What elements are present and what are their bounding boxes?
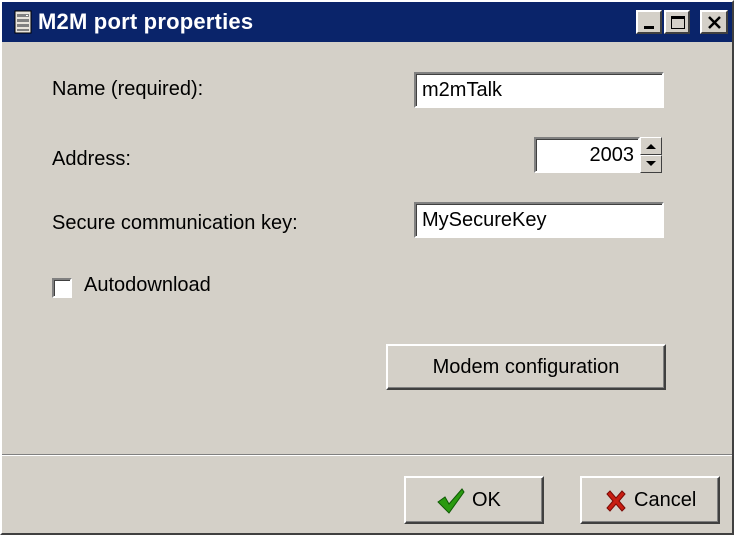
maximize-icon: [671, 16, 685, 29]
address-stepper[interactable]: [640, 137, 662, 173]
x-icon: [606, 490, 626, 512]
autodownload-checkbox[interactable]: [52, 278, 72, 298]
secure-key-label: Secure communication key:: [52, 212, 298, 234]
autodownload-label[interactable]: Autodownload: [84, 274, 211, 297]
window-title: M2M port properties: [38, 9, 254, 34]
cancel-label: Cancel: [634, 489, 697, 511]
close-button[interactable]: [700, 10, 728, 34]
name-label: Name (required):: [52, 78, 204, 100]
name-field[interactable]: [414, 72, 664, 108]
database-icon: [12, 9, 34, 35]
minimize-button[interactable]: [636, 10, 662, 34]
arrow-down-icon: [646, 161, 656, 166]
ok-label: OK: [472, 489, 501, 511]
footer-separator: [2, 454, 732, 456]
close-icon: [708, 16, 721, 29]
ok-button[interactable]: OK: [404, 476, 544, 524]
address-label: Address:: [52, 148, 131, 170]
stepper-up-button[interactable]: [640, 137, 662, 155]
dialog-window: M2M port properties Name (required): Add…: [0, 0, 734, 535]
maximize-button[interactable]: [664, 10, 690, 34]
minimize-icon: [644, 26, 654, 29]
address-field[interactable]: [534, 137, 640, 173]
secure-key-field[interactable]: [414, 202, 664, 238]
stepper-down-button[interactable]: [640, 155, 662, 173]
modem-configuration-label: Modem configuration: [432, 356, 620, 378]
title-bar[interactable]: M2M port properties: [2, 2, 732, 42]
checkmark-icon: [437, 488, 465, 514]
cancel-button[interactable]: Cancel: [580, 476, 720, 524]
arrow-up-icon: [646, 144, 656, 149]
modem-configuration-button[interactable]: Modem configuration: [386, 344, 666, 390]
